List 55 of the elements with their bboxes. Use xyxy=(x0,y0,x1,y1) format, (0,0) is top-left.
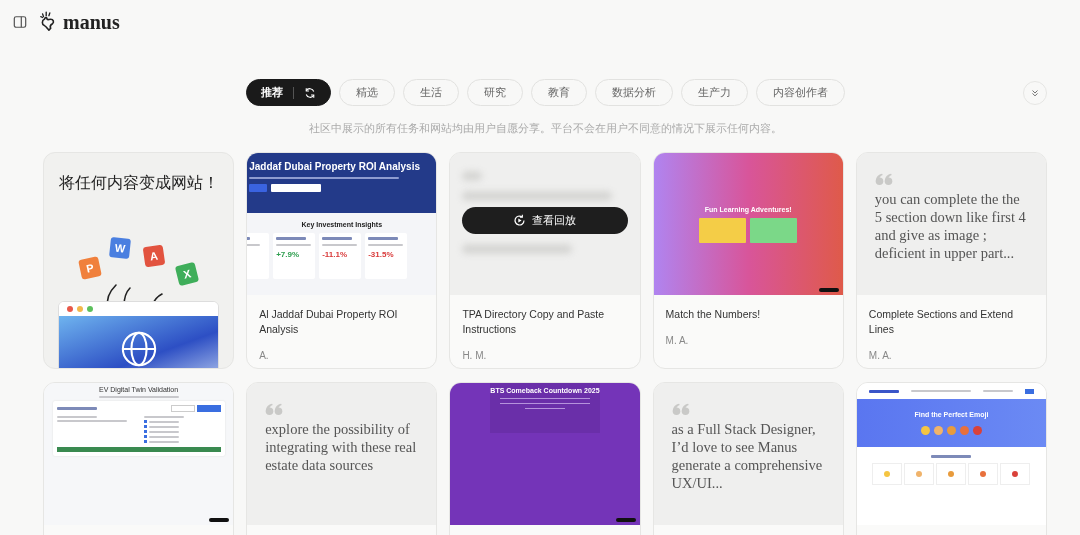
app-tile: W xyxy=(109,237,131,259)
quote-icon xyxy=(874,173,893,186)
category-tab[interactable]: 生产力 xyxy=(680,79,748,106)
card-title: Complete Sections and Extend Lines xyxy=(868,307,1014,337)
category-tab[interactable]: 教育 xyxy=(530,79,587,106)
insight-card: +7.9% xyxy=(273,233,316,279)
app-tile: P xyxy=(78,256,102,280)
sidebar-toggle-icon[interactable] xyxy=(13,15,27,29)
app-tile: A xyxy=(142,244,166,268)
author-initials: H. M. xyxy=(462,350,488,361)
category-tile xyxy=(1000,463,1031,485)
logo-icon xyxy=(39,11,57,33)
category-tab[interactable]: 推荐 xyxy=(245,79,331,106)
quote-icon xyxy=(265,403,284,416)
preview-button xyxy=(249,184,268,192)
card-title: TPA Directory Copy and Paste Instructions xyxy=(462,307,605,337)
preview-button xyxy=(271,184,322,192)
task-card[interactable]: explore the possibility of integrating with these real estate data sources xyxy=(246,382,438,535)
task-card[interactable]: 查看回放 TPA Directory Copy and Paste Instructions H. M. xyxy=(449,152,641,369)
quote-text: you can complete the the 5 section down like first 4 and give as image ; deficient in upper part... xyxy=(874,190,1027,262)
category-tab[interactable]: 生活 xyxy=(402,79,459,106)
author-initials: A. xyxy=(259,350,270,361)
category-tile xyxy=(936,463,967,485)
disclaimer-text: 社区中展示的所有任务和网站均由用户自愿分享。平台不会在用户不同意的情况下展示任何内容。 xyxy=(307,122,783,136)
quote-text: as a Full Stack Designer, I’d love to see Manus generate a comprehensive UX/UI... xyxy=(671,420,824,492)
brand-name[interactable]: manus xyxy=(63,10,120,34)
refresh-icon[interactable] xyxy=(303,86,316,99)
promo-headline: 将任何内容变成网站！ xyxy=(59,173,220,193)
card-title: Al Jaddaf Dubai Property ROI Analysis xyxy=(259,307,399,337)
replay-button[interactable]: 查看回放 xyxy=(462,207,628,234)
category-tab[interactable]: 研究 xyxy=(466,79,523,106)
insight-card: -11.1% xyxy=(319,233,362,279)
corner-tag xyxy=(615,518,636,522)
category-tile xyxy=(904,463,935,485)
author-initials: M. A. xyxy=(665,335,690,346)
double-chevron-down-icon xyxy=(1030,87,1040,98)
task-card[interactable]: as a Full Stack Designer, I’d love to see Manus generate a comprehensive UX/UI... xyxy=(652,382,844,535)
quote-icon xyxy=(671,403,690,416)
category-tab[interactable]: 数据分析 xyxy=(594,79,673,106)
promo-card[interactable]: 将任何内容变成网站！ P W A X xyxy=(43,152,235,369)
insight-card: -31.5% xyxy=(365,233,408,279)
app-tile: X xyxy=(174,261,200,287)
category-tab[interactable]: 内容创作者 xyxy=(755,79,845,106)
category-tile xyxy=(872,463,903,485)
globe-icon xyxy=(119,330,158,368)
task-card[interactable]: you can complete the the 5 section down like first 4 and give as image ; deficient in upper part... Complete Sections and Extend Lines M. A. xyxy=(855,152,1047,369)
corner-tag xyxy=(818,288,839,292)
category-tab[interactable]: 精选 xyxy=(338,79,395,106)
preview-title: Jaddaf Dubai Property ROI Analysis xyxy=(249,161,421,172)
corner-tag xyxy=(209,518,230,522)
card-title: Match the Numbers! xyxy=(665,307,762,322)
replay-icon xyxy=(513,214,527,227)
quote-text: explore the possibility of integrating with these real estate data sources xyxy=(265,420,418,474)
author-initials: M. A. xyxy=(868,350,893,361)
category-tile xyxy=(968,463,999,485)
